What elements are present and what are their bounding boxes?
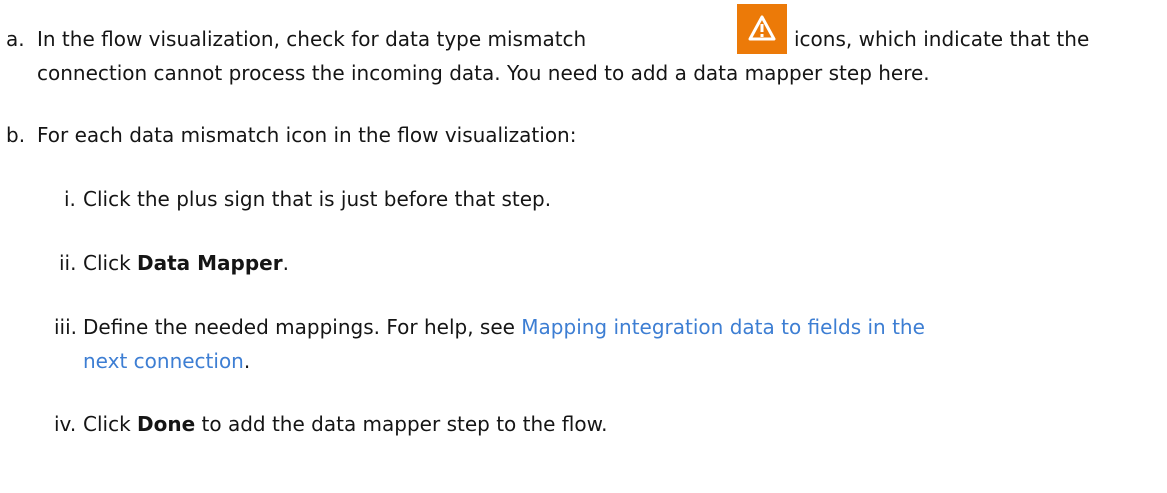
mapping-integration-data-link-line2[interactable]: next connection [83,349,244,373]
data-mapper-label: Data Mapper [137,251,283,275]
substep-iii-marker: iii. [54,315,78,339]
substep-iii-text-before: Define the needed mappings. For help, se… [83,315,522,339]
step-b-text: For each data mismatch icon in the flow … [37,123,577,147]
step-a-text-line1-start: In the flow visualization, check for dat… [37,27,587,51]
substep-i-marker: i. [64,187,76,211]
substep-iii-text-line2: next connection. [83,344,250,378]
substep-iii-text-line1: Define the needed mappings. For help, se… [83,310,925,344]
step-a-text-line1-end: icons, which indicate that the [794,27,1090,51]
substep-ii-text-after: . [282,251,289,275]
substep-iv-marker: iv. [54,412,77,436]
substep-i-text: Click the plus sign that is just before … [83,187,552,211]
substep-iv-text-after: to add the data mapper step to the flow. [195,412,608,436]
substep-iii-text-after: . [243,349,251,373]
substep-ii-text: Click Data Mapper. [83,246,289,280]
substep-ii-marker: ii. [59,251,77,275]
step-b-marker: b. [6,123,26,147]
done-label: Done [137,412,196,436]
step-a-marker: a. [6,27,25,51]
warning-triangle-icon [737,4,787,54]
substep-ii-text-before: Click [83,251,138,275]
substep-iv-text-before: Click [83,412,138,436]
mapping-integration-data-link-line1[interactable]: Mapping integration data to fields in th… [521,315,925,339]
substep-iv-text: Click Done to add the data mapper step t… [83,407,608,441]
step-a-text-line2: connection cannot process the incoming d… [37,61,930,85]
